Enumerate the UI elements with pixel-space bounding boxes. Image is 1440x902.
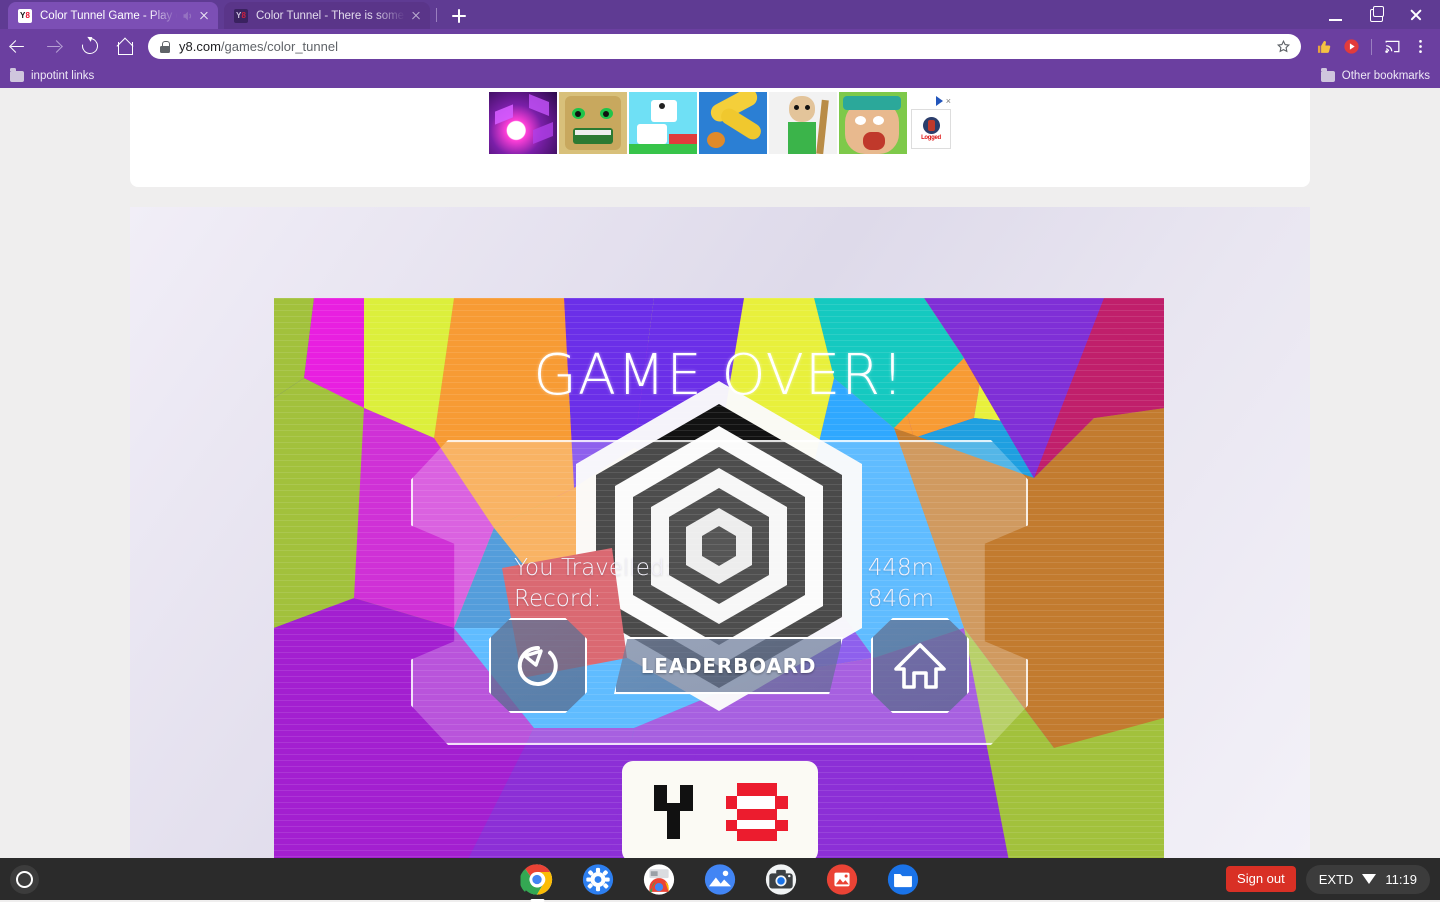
toolbar-separator xyxy=(1371,38,1372,55)
system-tray[interactable]: EXTD 11:19 xyxy=(1305,864,1430,894)
shelf-app-photos[interactable] xyxy=(704,863,737,896)
shelf-app-camera[interactable] xyxy=(765,863,798,896)
tab-audio-icon[interactable] xyxy=(180,9,194,23)
game-container: GAME OVER! You Travelled: 448m Record: 8… xyxy=(130,207,1310,858)
game-over-heading: GAME OVER! xyxy=(533,343,905,408)
ad-choices[interactable]: × Logged xyxy=(911,96,951,154)
tab-strip: Y8 Color Tunnel Game - Play on Y8 Color … xyxy=(0,0,1440,29)
ad-choices-icon[interactable] xyxy=(935,96,943,106)
tab-title: Color Tunnel - There is somethin xyxy=(256,9,408,22)
photos-icon xyxy=(704,863,736,895)
ad-thumb-tiles-hop[interactable] xyxy=(489,92,557,154)
app-running-indicator xyxy=(530,899,544,902)
tab-color-tunnel-game[interactable]: Y8 Color Tunnel Game - Play on xyxy=(8,2,218,29)
minimize-icon[interactable] xyxy=(1316,0,1356,29)
stat-value: 448m xyxy=(867,555,934,581)
y8-favicon: Y8 xyxy=(18,8,32,23)
bookmarks-bar: inpotint links Other bookmarks xyxy=(0,64,1440,88)
reload-button[interactable] xyxy=(72,29,108,64)
game-canvas[interactable]: GAME OVER! You Travelled: 448m Record: 8… xyxy=(274,298,1164,858)
lock-icon xyxy=(160,41,170,53)
y8-favicon-dark: Y8 xyxy=(234,8,248,23)
close-window-icon[interactable] xyxy=(1396,0,1436,29)
window-controls xyxy=(1316,0,1436,29)
page-viewport: × Logged GAME OVER! You Travelled: 448m … xyxy=(0,88,1440,858)
chromeos-shelf: Sign out EXTD 11:19 xyxy=(0,858,1440,902)
ad-close-icon[interactable]: × xyxy=(946,96,951,106)
stat-row-travelled: You Travelled: 448m xyxy=(514,553,934,584)
ad-thumb-temple-run[interactable] xyxy=(559,92,627,154)
shelf-app-list xyxy=(519,863,920,902)
close-icon[interactable] xyxy=(196,8,212,24)
bookmark-item-inpotint-links[interactable]: inpotint links xyxy=(10,68,95,82)
url-host: y8.com xyxy=(179,39,221,54)
launcher-icon[interactable] xyxy=(10,865,39,894)
stat-label: Record: xyxy=(514,586,602,612)
wifi-icon xyxy=(1362,874,1377,884)
stat-label: You Travelled: xyxy=(514,555,673,581)
other-bookmarks-label: Other bookmarks xyxy=(1341,70,1430,82)
y8-logo-letter xyxy=(654,784,693,839)
browser-window: Y8 Color Tunnel Game - Play on Y8 Color … xyxy=(0,0,1440,858)
avatar xyxy=(922,117,940,134)
restart-arrow-icon xyxy=(517,645,558,686)
restore-icon[interactable] xyxy=(1356,0,1396,29)
thumbs-up-icon[interactable] xyxy=(1309,29,1337,64)
forward-button[interactable] xyxy=(36,29,72,64)
ad-card: × Logged xyxy=(130,88,1310,187)
folder-icon xyxy=(1320,68,1335,82)
bookmark-label: inpotint links xyxy=(31,70,95,82)
chrome-menu-icon[interactable] xyxy=(1406,29,1434,64)
shelf-app-gallery[interactable] xyxy=(826,863,859,896)
url-text: y8.com/games/color_tunnel xyxy=(179,39,338,54)
y8-logo-number xyxy=(726,782,788,841)
browser-toolbar: y8.com/games/color_tunnel xyxy=(0,29,1440,64)
other-bookmarks-button[interactable]: Other bookmarks xyxy=(1320,68,1430,82)
shelf-status-area: Sign out EXTD 11:19 xyxy=(1226,858,1430,900)
folder-icon xyxy=(10,68,24,82)
home-icon xyxy=(894,642,946,689)
leaderboard-label: LEADERBOARD xyxy=(640,653,817,678)
ad-thumb-baldi[interactable] xyxy=(769,92,837,154)
shelf-app-settings[interactable] xyxy=(582,863,615,896)
files-folder-icon xyxy=(887,863,919,895)
y8-logo[interactable] xyxy=(622,761,818,858)
leaderboard-button[interactable]: LEADERBOARD xyxy=(614,637,843,694)
chrome-canary-icon xyxy=(643,863,675,895)
chrome-icon xyxy=(519,863,553,895)
ad-thumb-stack-ball[interactable] xyxy=(629,92,697,154)
close-icon[interactable] xyxy=(408,8,424,24)
restart-button[interactable] xyxy=(489,618,587,713)
ad-banner[interactable]: × Logged xyxy=(489,92,951,154)
red-arrow-icon[interactable] xyxy=(1337,29,1365,64)
shelf-app-files[interactable] xyxy=(887,863,920,896)
home-button[interactable] xyxy=(871,618,969,713)
stat-value: 846m xyxy=(867,586,934,612)
new-tab-button[interactable] xyxy=(448,5,470,27)
tray-clock: 11:19 xyxy=(1385,871,1417,887)
stat-row-record: Record: 846m xyxy=(514,584,934,615)
ad-thumb-scream-guy[interactable] xyxy=(839,92,907,154)
game-over-stats: You Travelled: 448m Record: 846m xyxy=(514,553,934,615)
tab-color-tunnel-article[interactable]: Y8 Color Tunnel - There is somethin xyxy=(224,2,430,29)
back-button[interactable] xyxy=(0,29,36,64)
gallery-icon xyxy=(826,863,858,895)
settings-gear-icon xyxy=(582,863,614,895)
cast-icon[interactable] xyxy=(1378,29,1406,64)
ad-thumb-banana-slice[interactable] xyxy=(699,92,767,154)
url-path: /games/color_tunnel xyxy=(220,39,338,54)
ad-brand-badge[interactable]: Logged xyxy=(911,109,951,149)
ad-brand-label: Logged xyxy=(921,135,941,141)
address-bar[interactable]: y8.com/games/color_tunnel xyxy=(148,34,1301,59)
shelf-app-chrome[interactable] xyxy=(519,863,554,902)
shelf-app-chrome-canary[interactable] xyxy=(643,863,676,896)
sign-out-button[interactable]: Sign out xyxy=(1226,866,1296,892)
tab-separator xyxy=(436,8,437,22)
bookmark-star-icon[interactable] xyxy=(1276,39,1291,54)
home-button[interactable] xyxy=(108,29,144,64)
game-over-buttons: LEADERBOARD xyxy=(489,618,969,728)
tab-title: Color Tunnel Game - Play on xyxy=(40,9,180,22)
camera-icon xyxy=(765,863,797,895)
tray-user-label: EXTD xyxy=(1318,871,1354,887)
